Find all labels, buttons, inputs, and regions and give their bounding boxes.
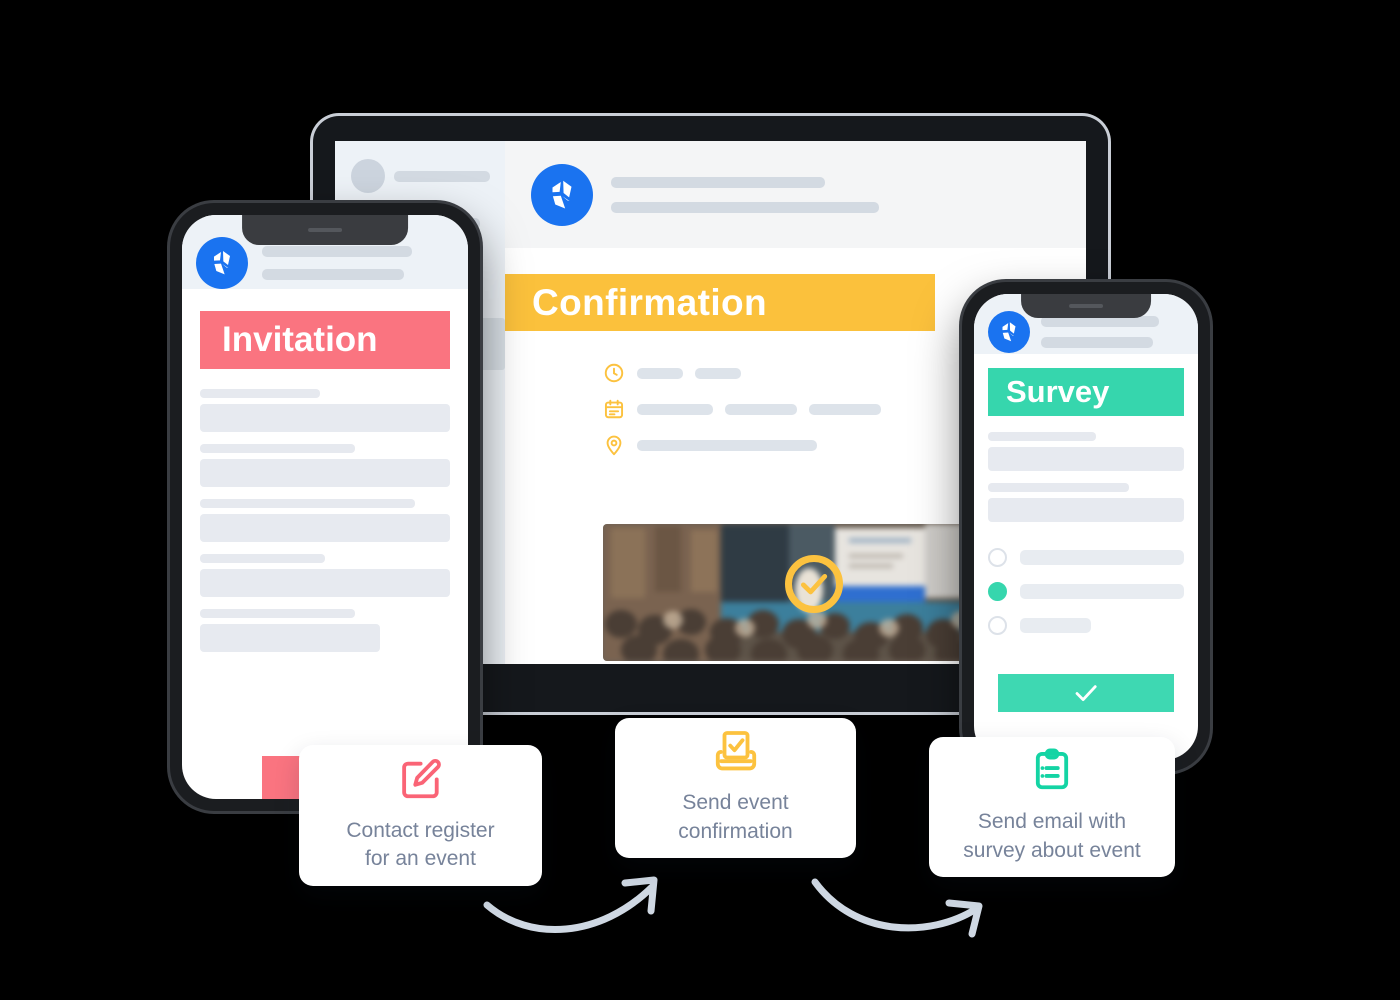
ballot-check-icon xyxy=(713,728,759,779)
field-label-placeholder xyxy=(200,609,355,618)
field-label-placeholder xyxy=(200,389,320,398)
confirmation-banner: Confirmation xyxy=(505,274,935,331)
clipboard-list-icon xyxy=(1029,747,1075,798)
card2-line2: confirmation xyxy=(678,819,793,843)
arrow-card1-to-card2 xyxy=(483,876,658,933)
topbar-title-placeholder xyxy=(611,176,825,188)
phone-notch xyxy=(242,215,408,245)
app-logo-icon xyxy=(196,237,248,289)
option-label-placeholder xyxy=(1020,550,1184,565)
avatar xyxy=(351,159,385,193)
radio-button[interactable] xyxy=(988,582,1007,601)
invitation-form-row xyxy=(200,554,450,597)
option-label-placeholder xyxy=(1020,618,1091,633)
invitation-form-row xyxy=(200,389,450,432)
app-logo-icon xyxy=(988,311,1030,353)
card-contact-register[interactable]: Contact register for an event xyxy=(299,745,542,886)
calendar-icon xyxy=(603,398,625,420)
edit-square-icon xyxy=(398,756,444,807)
survey-option-1[interactable] xyxy=(988,582,1184,601)
survey-option-0[interactable] xyxy=(988,548,1184,567)
card3-line2: survey about event xyxy=(963,838,1141,862)
question-input[interactable] xyxy=(988,498,1184,522)
phone-left-body: Invitation xyxy=(182,311,468,652)
field-input[interactable] xyxy=(200,514,450,542)
survey-question-row xyxy=(988,483,1184,522)
phone-right-screen: Survey xyxy=(974,294,1198,760)
sidebar-user xyxy=(351,159,491,193)
question-label-placeholder xyxy=(988,483,1130,492)
question-input[interactable] xyxy=(988,447,1184,471)
card1-line2: for an event xyxy=(365,847,476,870)
smartphone-survey-device: Survey xyxy=(962,282,1210,772)
radio-button[interactable] xyxy=(988,548,1007,567)
invitation-form-row xyxy=(200,499,450,542)
app-logo-icon xyxy=(531,163,593,226)
invitation-banner-label: Invitation xyxy=(222,320,378,359)
invitation-form-row xyxy=(200,444,450,487)
sidebar-user-name xyxy=(394,170,490,182)
field-input[interactable] xyxy=(200,404,450,432)
confirmation-banner-label: Confirmation xyxy=(532,281,768,323)
card1-line1: Contact register xyxy=(346,818,495,842)
card3-line1: Send email with xyxy=(977,810,1127,834)
field-input[interactable] xyxy=(200,624,380,652)
card-send-confirmation[interactable]: Send event confirmation xyxy=(615,718,856,858)
invitation-form-row xyxy=(200,609,450,652)
arrow-card2-to-card3 xyxy=(811,878,983,938)
field-input[interactable] xyxy=(200,459,450,487)
survey-submit-button[interactable] xyxy=(998,674,1174,712)
field-input[interactable] xyxy=(200,569,450,597)
question-label-placeholder xyxy=(988,432,1096,441)
field-label-placeholder xyxy=(200,499,415,508)
location-pin-icon xyxy=(603,434,625,456)
content-topbar xyxy=(505,141,1086,248)
survey-question-row xyxy=(988,432,1184,471)
radio-button[interactable] xyxy=(988,616,1007,635)
survey-option-2[interactable] xyxy=(988,616,1184,635)
check-icon xyxy=(1075,685,1097,701)
smartphone-invitation-device: Invitation xyxy=(170,203,480,811)
invitation-banner: Invitation xyxy=(200,311,450,369)
illustration-stage: Confirmation Invitation Survey Contact r… xyxy=(0,0,1400,1000)
field-label-placeholder xyxy=(200,444,355,453)
check-circle-icon xyxy=(785,555,843,613)
topbar-subtitle-placeholder xyxy=(611,201,879,213)
phone-right-body: Survey xyxy=(974,368,1198,635)
phone-notch xyxy=(1021,294,1151,318)
phone-left-screen: Invitation xyxy=(182,215,468,799)
survey-banner: Survey xyxy=(988,368,1184,416)
card2-line1: Send event xyxy=(682,791,789,815)
field-label-placeholder xyxy=(200,554,325,563)
card-send-survey[interactable]: Send email with survey about event xyxy=(929,737,1175,877)
option-label-placeholder xyxy=(1020,584,1184,599)
survey-banner-label: Survey xyxy=(1006,374,1110,409)
clock-icon xyxy=(603,362,625,384)
